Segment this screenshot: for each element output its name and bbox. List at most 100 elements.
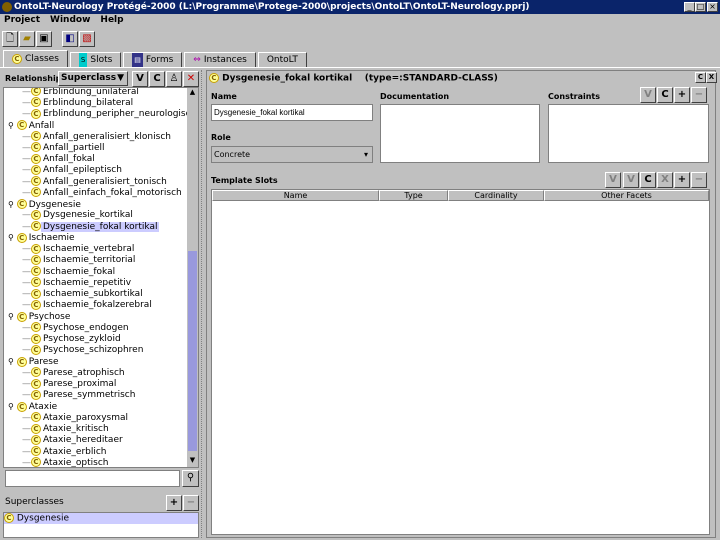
documentation-field[interactable] [380,104,540,163]
tree-item[interactable]: — C Ischaemie_repetitiv [22,277,133,288]
tab-divider [0,67,720,68]
tree-item[interactable]: — C Psychose_endogen [22,322,131,333]
class-icon: C [31,333,41,344]
menu-window[interactable]: Window [50,15,90,27]
relationship-select[interactable]: Superclass ▼ [58,71,128,86]
name-field[interactable] [211,104,373,121]
menu-help[interactable]: Help [100,15,123,27]
tree-item[interactable]: — C Ataxie_hereditaer [22,434,125,446]
view-constraint-button[interactable]: V [640,87,656,103]
tree-folder[interactable]: ⚲ C Anfall [8,120,56,131]
tree-folder[interactable]: ⚲ C Psychose [8,311,72,322]
tree-item[interactable]: — C Ataxie_paroxysmal [22,412,130,423]
splitter[interactable] [201,70,204,538]
role-select[interactable]: Concrete ▾ [211,146,373,163]
tree-line: — [22,457,31,468]
tree-item-label: Ischaemie_fokalzerebral [43,300,152,311]
tree-item[interactable]: — C Parese_symmetrisch [22,389,137,401]
remove-constraint-button[interactable]: − [691,87,707,103]
create-slot-button[interactable]: C [640,172,656,188]
constraints-field[interactable] [548,104,709,163]
scroll-down-icon[interactable]: ▼ [187,456,198,467]
tree-folder[interactable]: ⚲ C Parese [8,356,61,367]
class-icon: C [31,322,41,333]
tab-forms[interactable]: ▤ Forms [123,52,183,67]
tab-instances[interactable]: ⇔ Instances [184,52,256,67]
tree-item-label: Erblindung_unilateral [43,87,139,97]
tree-item[interactable]: — C Parese_atrophisch [22,367,127,378]
tree-item[interactable]: — C Anfall_einfach_fokal_motorisch [22,187,184,198]
new-project-button[interactable]: 🗋 [2,31,18,47]
column-other-facets[interactable]: Other Facets [544,190,709,201]
add-constraint-button[interactable]: + [674,87,690,103]
column-cardinality[interactable]: Cardinality [448,190,544,201]
class-icon: C [31,446,41,456]
form-c-button[interactable]: C [695,72,706,83]
close-project-button[interactable]: ▧ [79,31,95,47]
tree-item[interactable]: — C Erblindung_bilateral [22,97,135,108]
expand-handle-icon[interactable]: ⚲ [8,357,14,366]
tree-item[interactable]: — C Ischaemie_fokalzerebral [22,299,154,311]
add-slot-button[interactable]: + [674,172,690,188]
tree-item[interactable]: — C Anfall_epileptisch [22,164,124,176]
tab-ontolt[interactable]: OntoLT [257,52,307,67]
delete-class-button[interactable]: ✕ [183,71,199,87]
tree-folder[interactable]: ⚲ C Ischaemie [8,232,77,243]
remove-superclass-button[interactable]: − [183,495,199,511]
tree-item[interactable]: — C Anfall_generalisiert_klonisch [22,131,173,142]
tree-item[interactable]: — C Psychose_schizophren [22,344,145,356]
scroll-up-icon[interactable]: ▲ [187,88,198,99]
scrollbar-thumb[interactable] [188,251,197,451]
expand-handle-icon[interactable]: ⚲ [8,233,14,242]
class-header-type: (type=:STANDARD-CLASS) [364,73,498,84]
tree-item[interactable]: — C Erblindung_unilateral [22,87,141,97]
tree-item[interactable]: — C Ischaemie_fokal [22,266,117,277]
expand-handle-icon[interactable]: ⚲ [8,200,14,209]
tree-item[interactable]: — C Ataxie_optisch [22,457,111,467]
column-name[interactable]: Name [212,190,379,201]
tree-item[interactable]: — C Ischaemie_subkortikal [22,288,145,300]
tree-item[interactable]: — C Ischaemie_territorial [22,254,137,266]
open-project-button[interactable]: ▰ [19,31,35,47]
find-button[interactable]: ⚲ [182,470,199,487]
create-constraint-button[interactable]: C [657,87,673,103]
view-slot-button[interactable]: V [605,172,621,188]
tree-item[interactable]: — C Ataxie_erblich [22,446,109,457]
superclass-item[interactable]: C Dysgenesie [4,513,198,524]
menu-project[interactable]: Project [4,15,40,27]
form-close-button[interactable]: X [706,72,717,83]
tree-item[interactable]: — C Psychose_zykloid [22,333,123,345]
tree-item[interactable]: — C Dysgenesie_kortikal [22,209,135,221]
tree-item[interactable]: — C Ataxie_kritisch [22,423,111,435]
cascade-button[interactable]: ◧ [62,31,78,47]
delete-slot-button[interactable]: X [657,172,673,188]
tree-item[interactable]: — C Erblindung_peripher_neurologisch [22,108,198,120]
tree-item[interactable]: — C Parese_proximal [22,378,118,390]
tree-item[interactable]: — C Dysgenesie_fokal kortikal [22,221,160,232]
remove-slot-button[interactable]: − [691,172,707,188]
expand-handle-icon[interactable]: ⚲ [8,312,14,321]
minimize-button[interactable]: _ [684,2,695,12]
tree-item[interactable]: — C Anfall_partiell [22,142,107,153]
close-window-button[interactable]: × [707,2,718,12]
tab-label: OntoLT [266,55,298,65]
tree-folder[interactable]: ⚲ C Ataxie [8,401,59,412]
tree-item[interactable]: — C Anfall_fokal [22,153,97,165]
class-search-input[interactable] [5,470,180,487]
expand-handle-icon[interactable]: ⚲ [8,402,14,411]
tab-slots[interactable]: S Slots [69,52,122,67]
expand-handle-icon[interactable]: ⚲ [8,121,14,130]
view-facet-button[interactable]: V [623,172,639,188]
tab-classes[interactable]: C Classes [3,50,68,67]
view-class-button[interactable]: V [132,71,148,87]
tree-item[interactable]: — C Anfall_generalisiert_tonisch [22,176,169,187]
tree-scrollbar[interactable]: ▲ ▼ [187,88,198,467]
hierarchy-button[interactable]: ♙ [166,71,182,87]
create-class-button[interactable]: C [149,71,165,87]
maximize-button[interactable]: □ [695,2,706,12]
tree-item[interactable]: — C Ischaemie_vertebral [22,243,136,255]
save-project-button[interactable]: ▣ [36,31,52,47]
add-superclass-button[interactable]: + [166,495,182,511]
column-type[interactable]: Type [379,190,448,201]
tree-folder[interactable]: ⚲ C Dysgenesie [8,199,83,210]
